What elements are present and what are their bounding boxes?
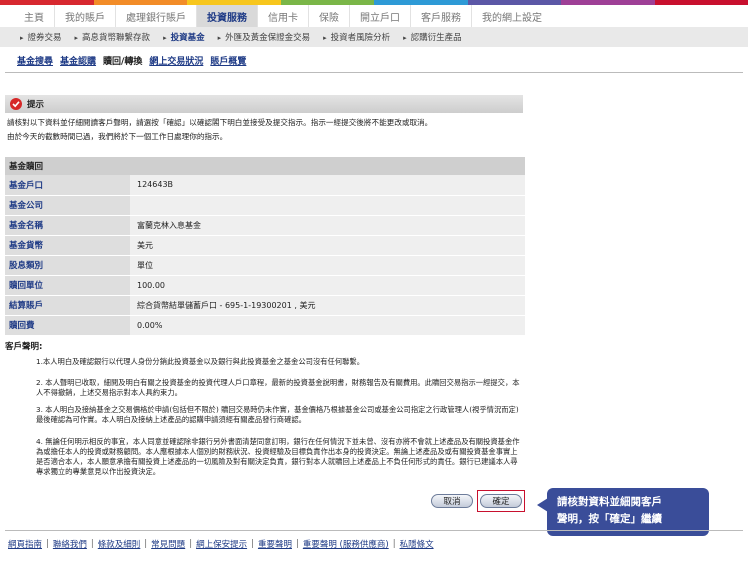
declaration-item: 4. 無論任何明示相反的事宜，本人同意並確認除非銀行另外書面清楚同意訂明，銀行在… <box>36 437 520 476</box>
triangle-right-icon: ▸ <box>20 34 24 42</box>
triangle-right-icon: ▸ <box>403 34 407 42</box>
table-row: 股息類別 單位 <box>5 255 525 276</box>
declaration-item: 1.本人明白及確認銀行以代理人身份分銷此投資基金以及銀行與此投資基金之基金公司沒… <box>36 357 365 366</box>
fund-tab[interactable]: 網上交易狀況 <box>149 54 203 67</box>
field-label: 基金貨幣 <box>5 235 130 256</box>
footer-link[interactable]: 條款及細則 <box>98 538 141 550</box>
check-icon <box>10 98 22 110</box>
main-nav-item[interactable]: 保險 <box>309 5 350 27</box>
field-label: 結算賬戶 <box>5 295 130 316</box>
sub-nav-label: 投資基金 <box>170 33 205 43</box>
main-nav-item[interactable]: 我的賬戶 <box>55 5 116 27</box>
fund-redemption-table: 基金贖回 基金戶口 124643B 基金公司 基金名稱 富蘭克林入息基金 基金貨幣 美元 股息… <box>5 157 525 336</box>
sub-nav-label: 投資者風險分析 <box>330 33 391 43</box>
confirm-button[interactable]: 確定 <box>480 494 522 508</box>
fund-function-tabs: 基金搜尋 基金認購 贖回/轉換 網上交易狀況 賬戶概覽 <box>17 54 246 67</box>
footer-link[interactable]: 網上保安提示 <box>196 538 247 550</box>
footer-separator: | <box>392 539 396 549</box>
notice-title: 提示 <box>27 100 45 110</box>
field-value: 0.00% <box>130 315 525 336</box>
sub-nav-item[interactable]: ▸ 投資者風險分析 <box>323 31 390 43</box>
field-value: 富蘭克林入息基金 <box>130 215 525 236</box>
field-value: 綜合貨幣結單儲蓄戶口 - 695-1-19300201 , 美元 <box>130 295 525 316</box>
footer-separator: | <box>144 539 148 549</box>
main-nav-item[interactable]: 開立戶口 <box>350 5 411 27</box>
instruction-callout: 請核對資料並細閱客戶 聲明，按「確定」繼續 <box>547 488 709 536</box>
sub-nav-label: 證券交易 <box>27 33 62 43</box>
field-label: 贖回單位 <box>5 275 130 296</box>
footer-separator: | <box>295 539 299 549</box>
footer-separator: | <box>189 539 193 549</box>
notice-header: 提示 <box>5 95 523 113</box>
field-value <box>130 195 525 216</box>
footer-link[interactable]: 聯絡我們 <box>53 538 87 550</box>
triangle-right-icon: ▸ <box>323 34 327 42</box>
fund-tab[interactable]: 基金認購 <box>60 54 96 67</box>
triangle-right-icon: ▸ <box>217 34 222 42</box>
fund-tab[interactable]: 基金搜尋 <box>17 54 53 67</box>
declaration-item: 3. 本人明白及接納基金之交易價格於申請(包括但不限於) 贖回交易時仍未作實，基… <box>36 405 519 424</box>
triangle-right-icon: ▸ <box>163 34 167 42</box>
notice-line-2: 由於今天的截數時間已過，我們將於下一個工作日處理你的指示。 <box>7 132 228 141</box>
field-label: 基金名稱 <box>5 215 130 236</box>
table-row: 結算賬戶 綜合貨幣結單儲蓄戶口 - 695-1-19300201 , 美元 <box>5 295 525 316</box>
callout-line-1: 請核對資料並細閱客戶 <box>557 496 662 508</box>
footer-divider <box>5 530 743 531</box>
footer-link[interactable]: 網頁指南 <box>8 538 42 550</box>
sub-nav-item[interactable]: ▸ 投資基金 <box>163 31 205 43</box>
cancel-button[interactable]: 取消 <box>431 494 473 508</box>
sub-nav-item[interactable]: ▸ 認購衍生產品 <box>403 31 462 43</box>
declaration-item: 2. 本人聲明已收取，細閱及明白有關之投資基金的投資代理人戶口章程，最新的投資基… <box>36 378 520 397</box>
field-label: 股息類別 <box>5 255 130 276</box>
divider <box>5 72 743 73</box>
fund-tab[interactable]: 賬戶概覽 <box>210 54 246 67</box>
sub-nav-label: 外匯及黃金保證金交易 <box>225 33 311 43</box>
triangle-right-icon: ▸ <box>74 34 79 42</box>
table-row: 基金戶口 124643B <box>5 175 525 196</box>
fund-tab: 贖回/轉換 <box>103 57 143 67</box>
main-nav-item[interactable]: 投資服務 <box>197 5 258 27</box>
notice-line-1: 請核對以下資料並仔細閱讀客戶聲明，請選按「確認」以確認閣下明白並接受及提交指示。… <box>7 118 433 127</box>
field-label: 基金公司 <box>5 195 130 216</box>
field-value: 美元 <box>130 235 525 256</box>
footer-link[interactable]: 重要聲明 (服務供應商) <box>303 538 389 550</box>
footer-separator: | <box>251 539 254 549</box>
main-nav-item[interactable]: 主頁 <box>14 5 55 27</box>
footer-link[interactable]: 私隱條文 <box>400 538 434 550</box>
callout-line-2: 聲明，按「確定」繼續 <box>557 513 662 525</box>
sub-nav-item[interactable]: ▸ 高息貨幣聯繫存款 <box>75 31 151 43</box>
main-nav-item[interactable]: 處理銀行賬戶 <box>116 5 197 27</box>
fund-table-header: 基金贖回 <box>5 157 525 175</box>
main-nav-item[interactable]: 信用卡 <box>258 5 309 27</box>
main-nav-item[interactable]: 客戶服務 <box>411 5 472 27</box>
declaration-title: 客戶聲明: <box>5 342 43 352</box>
table-row: 贖回單位 100.00 <box>5 275 525 296</box>
table-row: 贖回費 0.00% <box>5 315 525 336</box>
footer-separator: | <box>46 539 49 549</box>
table-row: 基金名稱 富蘭克林入息基金 <box>5 215 525 236</box>
field-label: 贖回費 <box>5 315 130 336</box>
main-nav-item[interactable]: 我的網上設定 <box>472 5 552 27</box>
sub-nav-item[interactable]: ▸ 外匯及黃金保證金交易 <box>218 31 311 43</box>
table-row: 基金貨幣 美元 <box>5 235 525 256</box>
sub-nav-label: 認購衍生產品 <box>410 33 462 43</box>
table-row: 基金公司 <box>5 195 525 216</box>
sub-nav-label: 高息貨幣聯繫存款 <box>82 33 151 43</box>
main-navigation: 主頁 我的賬戶 處理銀行賬戶 投資服務 信用卡 保險 開立戶口 客戶服務 我的網上設定 <box>0 5 748 27</box>
field-value: 單位 <box>130 255 525 276</box>
field-label: 基金戶口 <box>5 175 130 196</box>
footer-link[interactable]: 常見問題 <box>151 538 185 550</box>
field-value: 124643B <box>130 175 525 196</box>
field-value: 100.00 <box>130 275 525 296</box>
footer-link[interactable]: 重要聲明 <box>258 538 292 550</box>
sub-nav-item[interactable]: ▸ 證券交易 <box>20 31 62 43</box>
footer-separator: | <box>90 539 94 549</box>
footer-links: 網頁指南 | 聯絡我們 | 條款及細則 | 常見問題 | 網上保安提示 | 重要聲明 | 重要聲明 (服… <box>8 538 434 550</box>
sub-navigation: ▸ 證券交易 ▸ 高息貨幣聯繫存款 ▸ 投資基金 ▸ 外匯及黃金保證金交易 ▸ 投資者風險分析 ▸ 認… <box>0 27 748 47</box>
